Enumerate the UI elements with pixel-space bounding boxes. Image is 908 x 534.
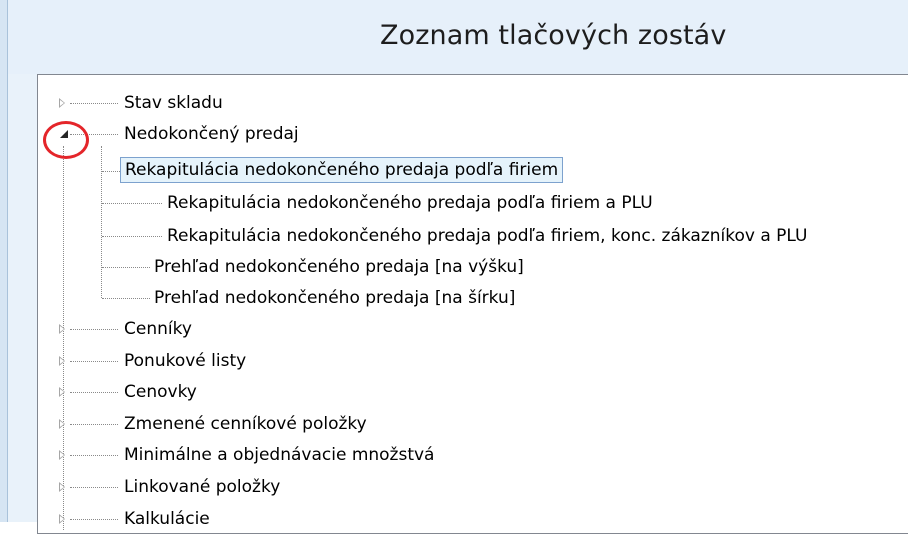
tree-connector [102,171,120,172]
expand-arrow-icon[interactable] [59,98,65,108]
tree-connector [102,203,162,204]
tree-item-label: Cenovky [124,382,197,402]
report-list-window: Zoznam tlačových zostáv Stav skladu Nedo… [0,0,908,534]
tree-item-cenniky[interactable]: Cenníky [120,316,196,342]
tree-connector [102,298,150,299]
tree-connector [70,455,118,456]
tree-item-label: Linkované položky [124,477,281,497]
tree-item-label: Ponukové listy [124,351,247,371]
expand-arrow-icon[interactable] [59,450,65,460]
tree-item-label: Prehľad nedokončeného predaja [na šírku] [154,288,516,308]
expand-arrow-icon[interactable] [59,387,65,397]
tree-branch-line [63,146,64,530]
window-title: Zoznam tlačových zostáv [380,20,727,51]
tree-item-rekapitulacia-firiem-zakaznikov-plu[interactable]: Rekapitulácia nedokončeného predaja podľ… [163,223,812,249]
tree-item-nedokonceny-predaj[interactable]: Nedokončený predaj [120,121,303,147]
tree-item-label: Stav skladu [124,93,223,113]
expand-arrow-icon[interactable] [59,324,65,334]
tree-connector [70,487,118,488]
tree-item-stav-skladu[interactable]: Stav skladu [120,90,227,116]
expand-arrow-icon[interactable] [59,514,65,524]
tree-item-label: Rekapitulácia nedokončeného predaja podľ… [120,157,564,183]
tree-item-label: Rekapitulácia nedokončeného predaja podľ… [167,193,653,213]
tree-item-prehlad-na-vysku[interactable]: Prehľad nedokončeného predaja [na výšku] [150,254,528,280]
expand-arrow-icon[interactable] [59,419,65,429]
tree-item-cenovky[interactable]: Cenovky [120,379,201,405]
tree-item-linkovane-polozky[interactable]: Linkované položky [120,474,284,500]
tree-item-zmenene-cennikove-polozky[interactable]: Zmenené cenníkové položky [120,411,371,437]
tree-item-label: Nedokončený predaj [124,124,299,144]
tree-item-label: Cenníky [124,319,192,339]
tree-connector [70,424,118,425]
expand-arrow-icon[interactable] [59,356,65,366]
tree-connector [102,236,162,237]
tree-item-label: Rekapitulácia nedokončeného predaja podľ… [167,226,808,246]
tree-connector [102,267,150,268]
tree-item-ponukove-listy[interactable]: Ponukové listy [120,348,250,374]
tree-item-rekapitulacia-firiem[interactable]: Rekapitulácia nedokončeného predaja podľ… [120,157,564,183]
tree-connector [70,392,118,393]
annotation-highlight-circle [43,121,89,159]
tree-item-prehlad-na-sirku[interactable]: Prehľad nedokončeného predaja [na šírku] [150,285,519,311]
tree-branch-line-children [101,146,102,298]
tree-connector [70,519,118,520]
tree-connector [70,103,118,104]
expand-arrow-icon[interactable] [59,482,65,492]
tree-connector [70,329,118,330]
tree-connector [70,361,118,362]
tree-item-label: Zmenené cenníkové položky [124,414,367,434]
tree-item-minimalne-objednavacie-mnozstva[interactable]: Minimálne a objednávacie množstvá [120,442,438,468]
tree-item-label: Minimálne a objednávacie množstvá [124,445,435,465]
tree-item-label: Prehľad nedokončeného predaja [na výšku] [154,257,524,277]
window-title-bar: Zoznam tlačových zostáv [8,0,908,74]
tree-item-kalkulacie[interactable]: Kalkulácie [120,506,214,532]
window-left-frame [0,0,8,522]
tree-item-label: Kalkulácie [124,509,210,529]
tree-item-rekapitulacia-firiem-plu[interactable]: Rekapitulácia nedokončeného predaja podľ… [163,190,657,216]
